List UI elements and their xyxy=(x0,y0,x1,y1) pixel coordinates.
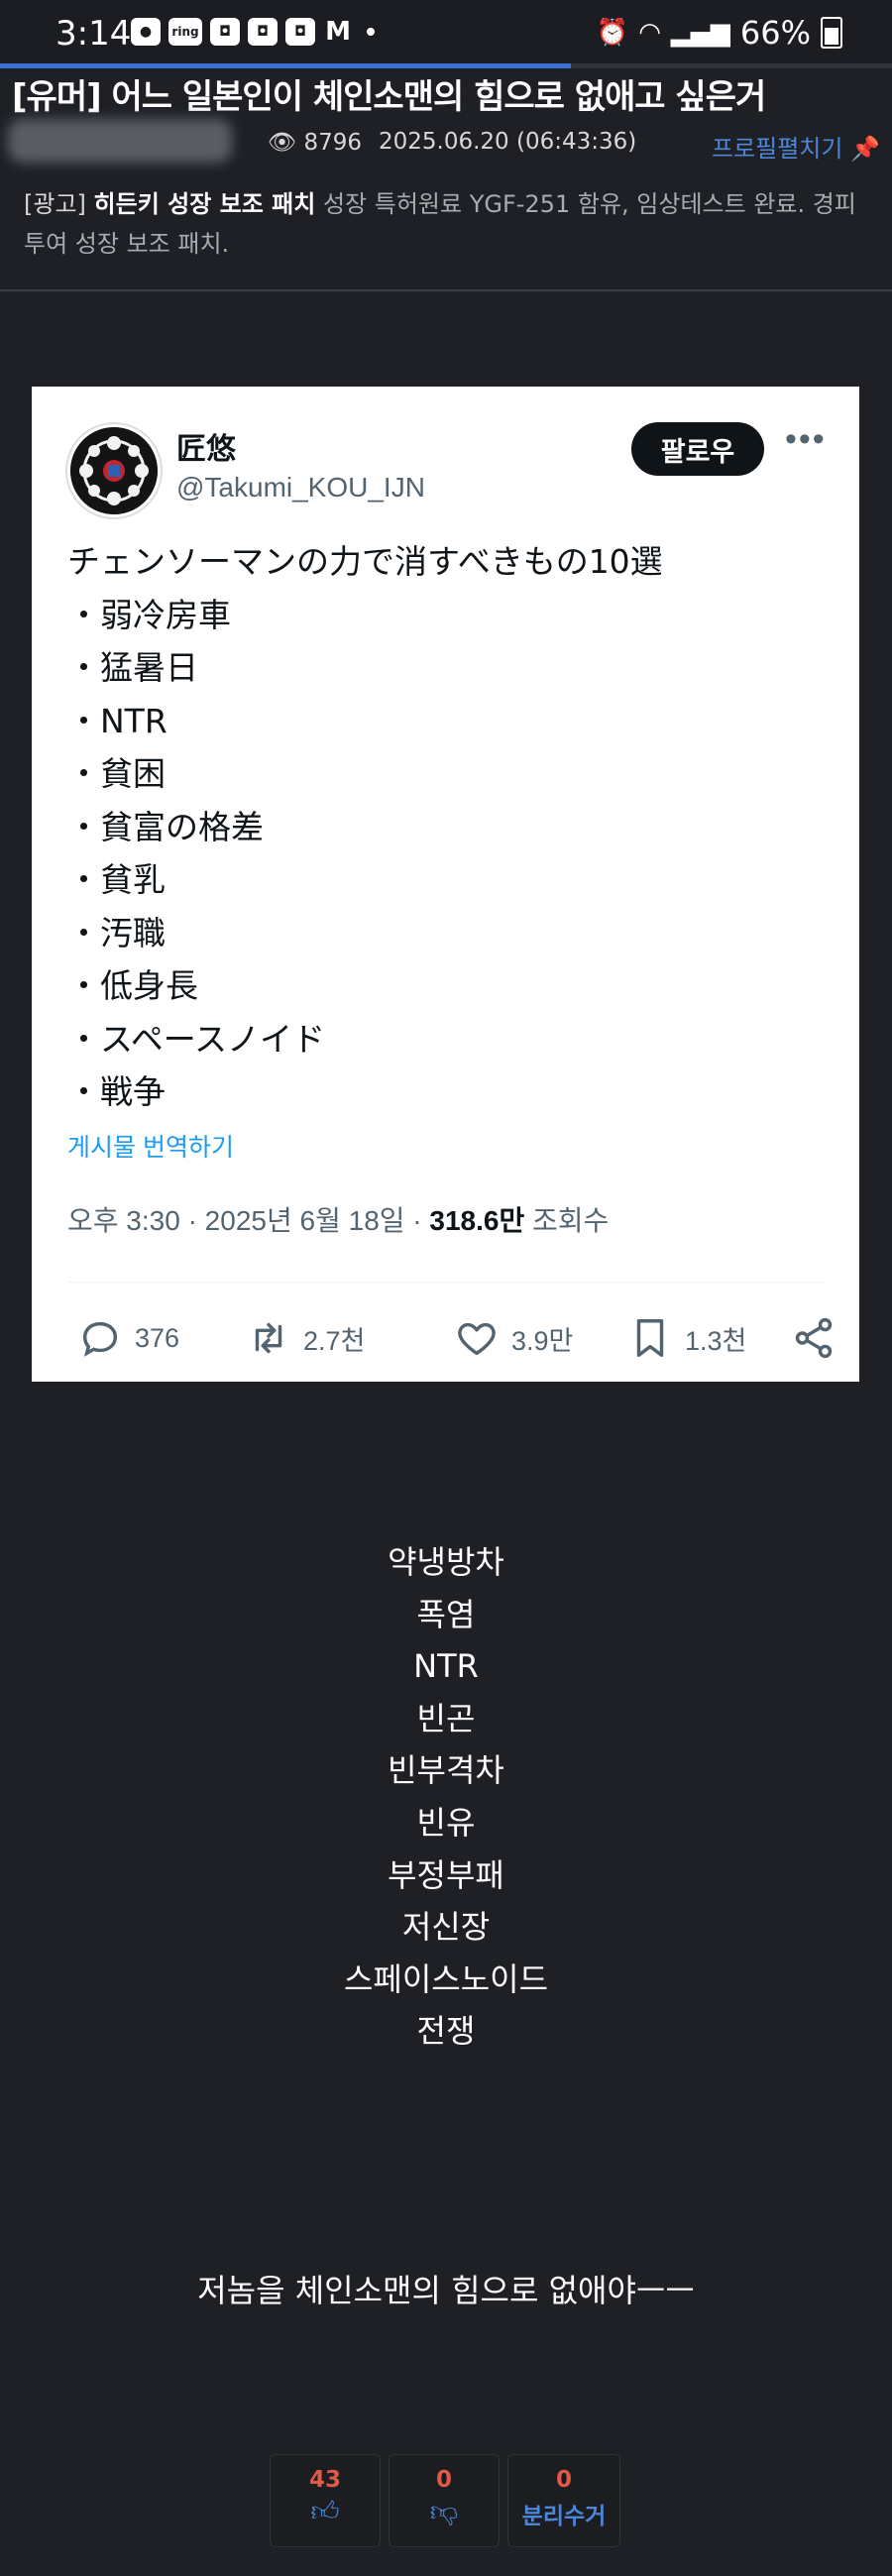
reply-icon xyxy=(82,1321,118,1357)
tweet-card: 匠悠 @Takumi_KOU_IJN 팔로우 ••• チェンソーマンの力で消すべ… xyxy=(32,387,859,1382)
tweet-author-name[interactable]: 匠悠 xyxy=(176,424,236,468)
reply-count: 376 xyxy=(135,1322,180,1353)
tweet-line: ・戦争 xyxy=(67,1072,166,1111)
report-recycle-button[interactable]: 0 분리수거 xyxy=(507,2454,620,2547)
avatar-emblem-icon xyxy=(70,427,158,514)
translation-item: NTR xyxy=(413,1647,479,1686)
tweet-text: チェンソーマンの力で消すべきもの10選 ・弱冷房車 ・猛暑日 ・NTR ・貧困 … xyxy=(67,535,663,1119)
bookmark-icon xyxy=(636,1319,664,1357)
translate-post-link[interactable]: 게시물 번역하기 xyxy=(67,1128,234,1164)
tweet-author-handle[interactable]: @Takumi_KOU_IJN xyxy=(176,472,425,504)
tweet-line: ・猛暑日 xyxy=(67,648,198,687)
report-label: 분리수거 xyxy=(521,2504,607,2529)
tweet-line: ・貧乳 xyxy=(67,860,166,899)
tweet-line: ・貧困 xyxy=(67,754,166,793)
tweet-line: ・低身長 xyxy=(67,966,198,1005)
ad-tag: [광고] xyxy=(24,190,86,218)
app-icon: ◘ xyxy=(285,18,315,46)
reply-button[interactable]: 376 xyxy=(77,1308,179,1368)
repost-count: 2.7천 xyxy=(303,1325,366,1356)
scroll-progress-fill xyxy=(0,63,571,68)
tweet-line: チェンソーマンの力で消すべきもの10選 xyxy=(67,542,663,581)
tweet-actions: 376 2.7천 3.9만 1.3천 xyxy=(67,1308,840,1368)
tweet-line: ・貧富の格差 xyxy=(67,807,264,846)
tweet-divider xyxy=(67,1282,824,1283)
bookmark-count: 1.3천 xyxy=(685,1325,747,1356)
ad-product: 히든키 성장 보조 패치 xyxy=(93,190,316,218)
notification-icons: ● ring ◘ ◘ ◘ M xyxy=(131,17,375,47)
repost-button[interactable]: 2.7천 xyxy=(246,1308,365,1368)
alarm-icon: ⏰ xyxy=(596,18,629,48)
post-date: 2025.06.20 (06:43:36) xyxy=(379,129,637,155)
tweet-timestamp: 오후 3:30 · 2025년 6월 18일 · 318.6만 조회수 xyxy=(67,1205,610,1236)
profile-expand-link[interactable]: 프로필펼치기 📌 xyxy=(712,129,880,164)
tweet-line: ・NTR xyxy=(67,701,167,740)
follow-button[interactable]: 팔로우 xyxy=(631,422,764,476)
translation-item: 저신장 xyxy=(401,1908,491,1947)
pin-icon: 📌 xyxy=(850,135,880,163)
wifi-icon: ◠ xyxy=(638,18,661,48)
post-body-closing-line: 저놈을 체인소맨의 힘으로 없애야ㅡㅡ xyxy=(197,2272,695,2309)
tweet-line: ・スペースノイド xyxy=(67,1019,326,1059)
more-options-icon[interactable]: ••• xyxy=(785,420,827,459)
translation-item: 빈곤 xyxy=(416,1699,476,1737)
tweet-view-count: 318.6만 xyxy=(429,1205,525,1236)
app-icon: ◘ xyxy=(248,18,278,46)
divider xyxy=(0,289,892,291)
ad-banner[interactable]: [광고] 히든키 성장 보조 패치 성장 특허원료 YGF-251 함유, 임상… xyxy=(24,184,872,264)
author-info-blurred xyxy=(8,119,232,163)
ring-icon: ring xyxy=(168,18,202,46)
status-bar: 3:14 ● ring ◘ ◘ ◘ M ⏰ ◠ ▂▄▆ 66% xyxy=(0,0,892,63)
translation-item: 스페이스노이드 xyxy=(343,1960,549,1998)
bookmark-button[interactable]: 1.3천 xyxy=(627,1308,746,1368)
app-icon: ◘ xyxy=(210,18,240,46)
translation-item: 전쟁 xyxy=(416,2012,476,2051)
like-count: 3.9만 xyxy=(511,1325,574,1356)
status-time: 3:14 xyxy=(56,14,132,54)
post-title: [유머] 어느 일본인이 체인소맨의 힘으로 없애고 싶은거 xyxy=(12,77,766,117)
scroll-progress-bar xyxy=(0,63,892,68)
translation-item: 빈유 xyxy=(416,1803,476,1842)
share-icon xyxy=(795,1317,833,1359)
view-count: 👁 8796 xyxy=(268,130,363,156)
share-button[interactable] xyxy=(791,1308,836,1368)
downvote-count: 0 xyxy=(435,2467,452,2493)
downvote-button[interactable]: 0 👎︎ xyxy=(389,2454,500,2547)
like-button[interactable]: 3.9만 xyxy=(454,1308,573,1368)
translation-item: 부정부패 xyxy=(388,1855,504,1894)
heart-icon xyxy=(458,1322,496,1356)
system-icons: ⏰ ◠ ▂▄▆ 66% xyxy=(597,14,842,52)
translation-item: 빈부격차 xyxy=(388,1751,504,1790)
avatar[interactable] xyxy=(67,424,161,517)
more-notifications-dot xyxy=(367,28,375,36)
battery-icon xyxy=(821,17,842,49)
thumbs-down-icon: 👎︎ xyxy=(429,2495,459,2527)
post-meta: 👁 8796 2025.06.20 (06:43:36) 프로필펼치기 📌 xyxy=(0,119,892,165)
translation-item: 폭염 xyxy=(416,1595,476,1633)
gmail-icon: M xyxy=(325,17,351,47)
upvote-count: 43 xyxy=(308,2467,341,2493)
translation-item: 약냉방차 xyxy=(388,1543,504,1581)
translation-list: 약냉방차 폭염 NTR 빈곤 빈부격차 빈유 부정부패 저신장 스페이스노이드 … xyxy=(0,1536,892,2058)
eye-icon: 👁 xyxy=(268,130,297,156)
chat-icon: ● xyxy=(131,18,161,46)
signal-icon: ▂▄▆ xyxy=(670,18,730,48)
upvote-button[interactable]: 43 👍︎ xyxy=(270,2454,381,2547)
battery-percent: 66% xyxy=(739,14,811,52)
tweet-line: ・汚職 xyxy=(67,913,166,952)
thumbs-up-icon: 👍︎ xyxy=(310,2495,340,2527)
tweet-line: ・弱冷房車 xyxy=(67,595,231,634)
repost-icon xyxy=(255,1322,282,1354)
report-count: 0 xyxy=(555,2467,572,2493)
